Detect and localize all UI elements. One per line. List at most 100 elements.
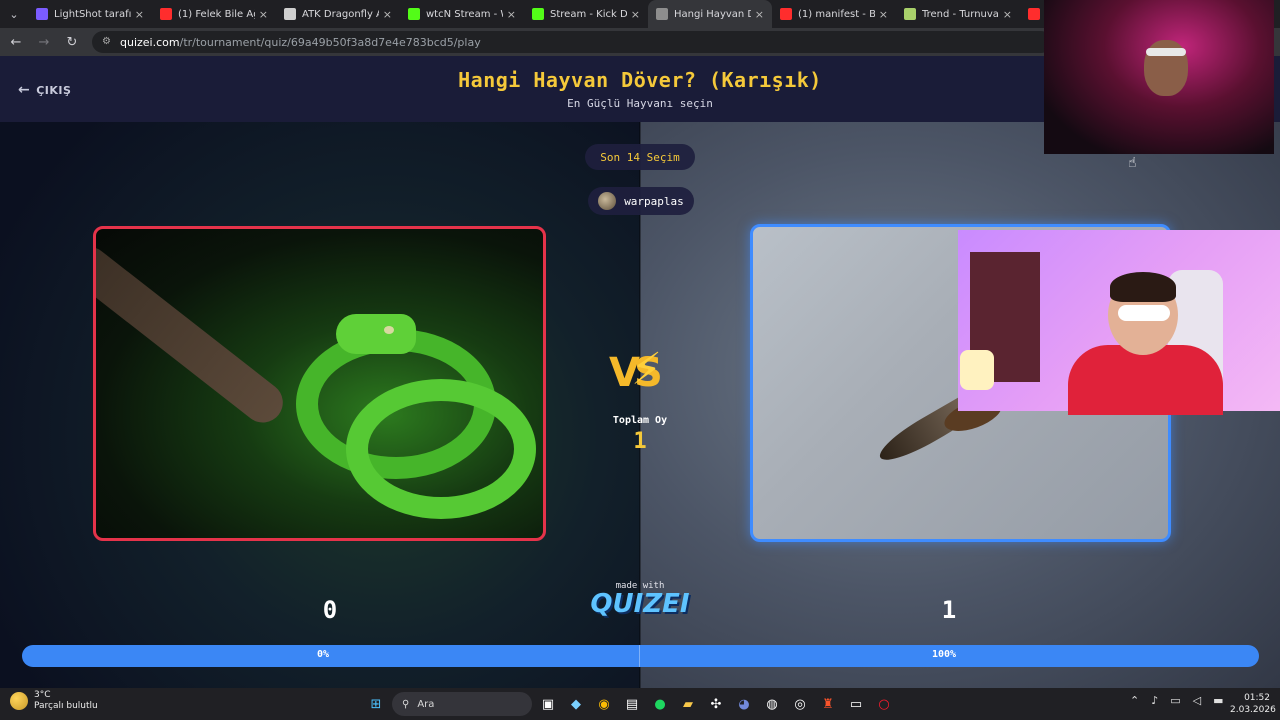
forward-arrow-icon[interactable]: → (32, 30, 56, 54)
volume-icon[interactable]: ◁ (1193, 694, 1201, 707)
taskbar-search[interactable]: ⚲ Ara (392, 692, 532, 716)
username: warpaplas (624, 194, 684, 208)
system-tray: ⌃ ♪ ▭ ◁ ▬ (1130, 694, 1224, 707)
clock[interactable]: 01:52 2.03.2026 (1230, 692, 1276, 716)
last-choices-button[interactable]: Son 14 Seçim (585, 144, 695, 170)
search-icon: ⚲ (402, 698, 410, 710)
tab-close-icon[interactable]: × (383, 8, 392, 21)
tab-close-icon[interactable]: × (135, 8, 144, 21)
taskbar: 3°C Parçalı bulutlu ⊞ ⚲ Ara ▣ ◆ ◉ ▤ ● ▰ … (0, 688, 1280, 720)
hoodie-image-part (1068, 345, 1223, 415)
tab-favicon-icon (904, 8, 916, 20)
tab-close-icon[interactable]: × (879, 8, 888, 21)
steam-icon[interactable]: ◍ (760, 692, 784, 716)
lamp-image-part (960, 350, 994, 390)
vote-progress-bar: 0% 100% (22, 645, 1259, 667)
brave-icon[interactable]: ♜ (816, 692, 840, 716)
opera-icon[interactable]: ○ (872, 692, 896, 716)
webcam-overlay-top (1044, 0, 1274, 154)
tab-close-icon[interactable]: × (507, 8, 516, 21)
tab-close-icon[interactable]: × (631, 8, 640, 21)
network-icon[interactable]: ▭ (1170, 694, 1180, 707)
chrome-icon[interactable]: ◉ (592, 692, 616, 716)
date: 2.03.2026 (1230, 705, 1276, 715)
weather-icon (10, 692, 28, 710)
weather-widget[interactable]: 3°C Parçalı bulutlu (10, 690, 98, 712)
tab-title: (1) Felek Bile Ağlar O (178, 8, 255, 20)
url-domain: quizei.com (120, 35, 180, 49)
heart-glasses-image-part (1118, 305, 1170, 321)
tab-favicon-icon (656, 8, 668, 20)
url-path: /tr/tournament/quiz/69a49b50f3a8d7e4e783… (179, 35, 481, 49)
discord-icon[interactable]: ◕ (732, 692, 756, 716)
back-arrow-icon[interactable]: ← (4, 30, 28, 54)
browser-tab[interactable]: Stream - Kick Dashb × (524, 0, 648, 28)
start-icon[interactable]: ⊞ (364, 692, 388, 716)
browser-tab[interactable]: wtcN Stream - Watch × (400, 0, 524, 28)
right-score: 1 (941, 596, 957, 624)
tab-title: Trend - Turnuva (922, 8, 999, 20)
browser-tab[interactable]: (1) Felek Bile Ağlar O × (152, 0, 276, 28)
tab-close-icon[interactable]: × (259, 8, 268, 21)
tab-favicon-icon (532, 8, 544, 20)
browser-tab[interactable]: ATK Dragonfly A9 Ai × (276, 0, 400, 28)
left-score: 0 (322, 596, 338, 624)
task-view-icon[interactable]: ▣ (536, 692, 560, 716)
weather-description: Parçalı bulutlu (34, 701, 98, 711)
reload-icon[interactable]: ↻ (60, 30, 84, 54)
tab-favicon-icon (1028, 8, 1040, 20)
snake-head-image-part (336, 314, 416, 354)
snake-image-part (346, 379, 536, 519)
vs-icon: VS ⚡ (609, 344, 663, 396)
left-choice-card[interactable] (93, 226, 546, 541)
url-input[interactable]: ⚙ quizei.com/tr/tournament/quiz/69a49b50… (92, 31, 1052, 53)
battery-icon[interactable]: ▬ (1213, 694, 1223, 707)
obs-icon[interactable]: ◎ (788, 692, 812, 716)
browser-tab[interactable]: LightShot tarafından × (28, 0, 152, 28)
tab-favicon-icon (36, 8, 48, 20)
snake-eye-image-part (384, 326, 394, 334)
file-explorer-icon[interactable]: ▰ (676, 692, 700, 716)
taskbar-apps: ⊞ ⚲ Ara ▣ ◆ ◉ ▤ ● ▰ ✣ ◕ ◍ ◎ ♜ ▭ ○ (364, 692, 896, 716)
tab-close-icon[interactable]: × (1003, 8, 1012, 21)
tab-favicon-icon (160, 8, 172, 20)
microphone-icon[interactable]: ♪ (1151, 694, 1158, 707)
hand-cursor-icon: ☝ (1128, 155, 1137, 171)
webcam-glasses-image-part (1146, 48, 1186, 56)
tab-title: wtcN Stream - Watch (426, 8, 503, 20)
quizei-logo[interactable]: QUIZEI (586, 589, 694, 619)
tab-title: Hangi Hayvan Döver (674, 8, 751, 20)
branch-image-part (96, 239, 291, 431)
spotify-icon[interactable]: ● (648, 692, 672, 716)
weather-text: 3°C Parçalı bulutlu (34, 690, 98, 712)
bar-center-line (639, 645, 640, 667)
network-tool-icon[interactable]: ✣ (704, 692, 728, 716)
avatar (598, 192, 617, 210)
total-votes-value: 1 (633, 429, 647, 454)
hair-image-part (1110, 272, 1176, 302)
tab-favicon-icon (284, 8, 296, 20)
left-percent-label: 0% (317, 649, 330, 660)
copilot-icon[interactable]: ◆ (564, 692, 588, 716)
browser-tab[interactable]: Hangi Hayvan Döver × (648, 0, 772, 28)
tab-close-icon[interactable]: × (755, 8, 764, 21)
browser-tab[interactable]: (1) manifest - Başrol × (772, 0, 896, 28)
chevron-up-icon[interactable]: ⌃ (1130, 694, 1139, 707)
time: 01:52 (1244, 693, 1270, 703)
site-info-icon[interactable]: ⚙ (102, 37, 112, 47)
tab-favicon-icon (780, 8, 792, 20)
browser-tab[interactable]: Trend - Turnuva × (896, 0, 1020, 28)
tab-list: LightShot tarafından×(1) Felek Bile Ağla… (28, 0, 1144, 28)
user-pill[interactable]: warpaplas (588, 187, 694, 215)
tab-favicon-icon (408, 8, 420, 20)
tab-title: LightShot tarafından (54, 8, 131, 20)
kick-icon[interactable]: ▤ (620, 692, 644, 716)
tab-title: Stream - Kick Dashb (550, 8, 627, 20)
tab-title: ATK Dragonfly A9 Ai (302, 8, 379, 20)
temperature: 3°C (34, 690, 51, 700)
tab-search-menu[interactable]: ⌄ (0, 0, 28, 28)
search-placeholder: Ara (417, 698, 435, 710)
webcam-overlay-main (958, 230, 1280, 415)
terminal-icon[interactable]: ▭ (844, 692, 868, 716)
right-percent-label: 100% (932, 649, 957, 660)
